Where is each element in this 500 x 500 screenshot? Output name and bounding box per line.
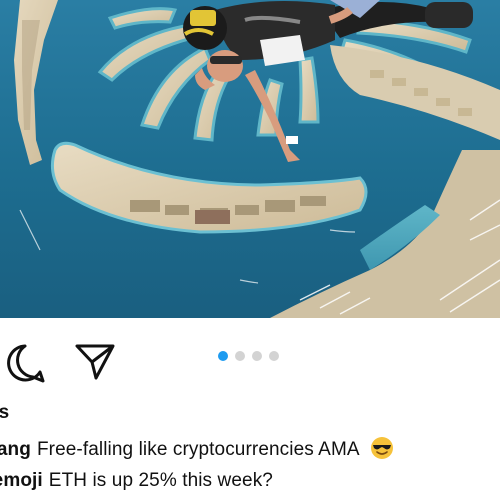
likes-count[interactable]: es (0, 402, 9, 424)
carousel-indicator[interactable] (218, 351, 279, 361)
instagram-post: es wangFree-falling like cryptocurrencie… (0, 0, 500, 500)
comment-username[interactable]: _emoji (0, 470, 43, 491)
post-caption-area: es wangFree-falling like cryptocurrencie… (0, 396, 500, 500)
post-caption: wangFree-falling like cryptocurrencies A… (0, 436, 394, 461)
comment-item: _emojiETH is up 25% this week? (0, 470, 273, 492)
skydiver-over-palm-island-photo (0, 0, 500, 318)
post-photo[interactable] (0, 0, 500, 318)
post-action-bar (0, 318, 500, 396)
caption-text: Free-falling like cryptocurrencies AMA (36, 439, 359, 460)
carousel-dot[interactable] (269, 351, 279, 361)
comment-button[interactable] (4, 342, 46, 384)
speech-bubble-icon (7, 344, 45, 383)
caption-username[interactable]: wang (0, 439, 31, 460)
carousel-dot[interactable] (235, 351, 245, 361)
carousel-dot[interactable] (252, 351, 262, 361)
sunglasses-emoji-icon (371, 437, 394, 459)
comment-text: ETH is up 25% this week? (48, 470, 273, 491)
carousel-dot-active[interactable] (218, 351, 228, 361)
share-button[interactable] (74, 342, 116, 382)
paper-plane-icon (75, 344, 115, 380)
